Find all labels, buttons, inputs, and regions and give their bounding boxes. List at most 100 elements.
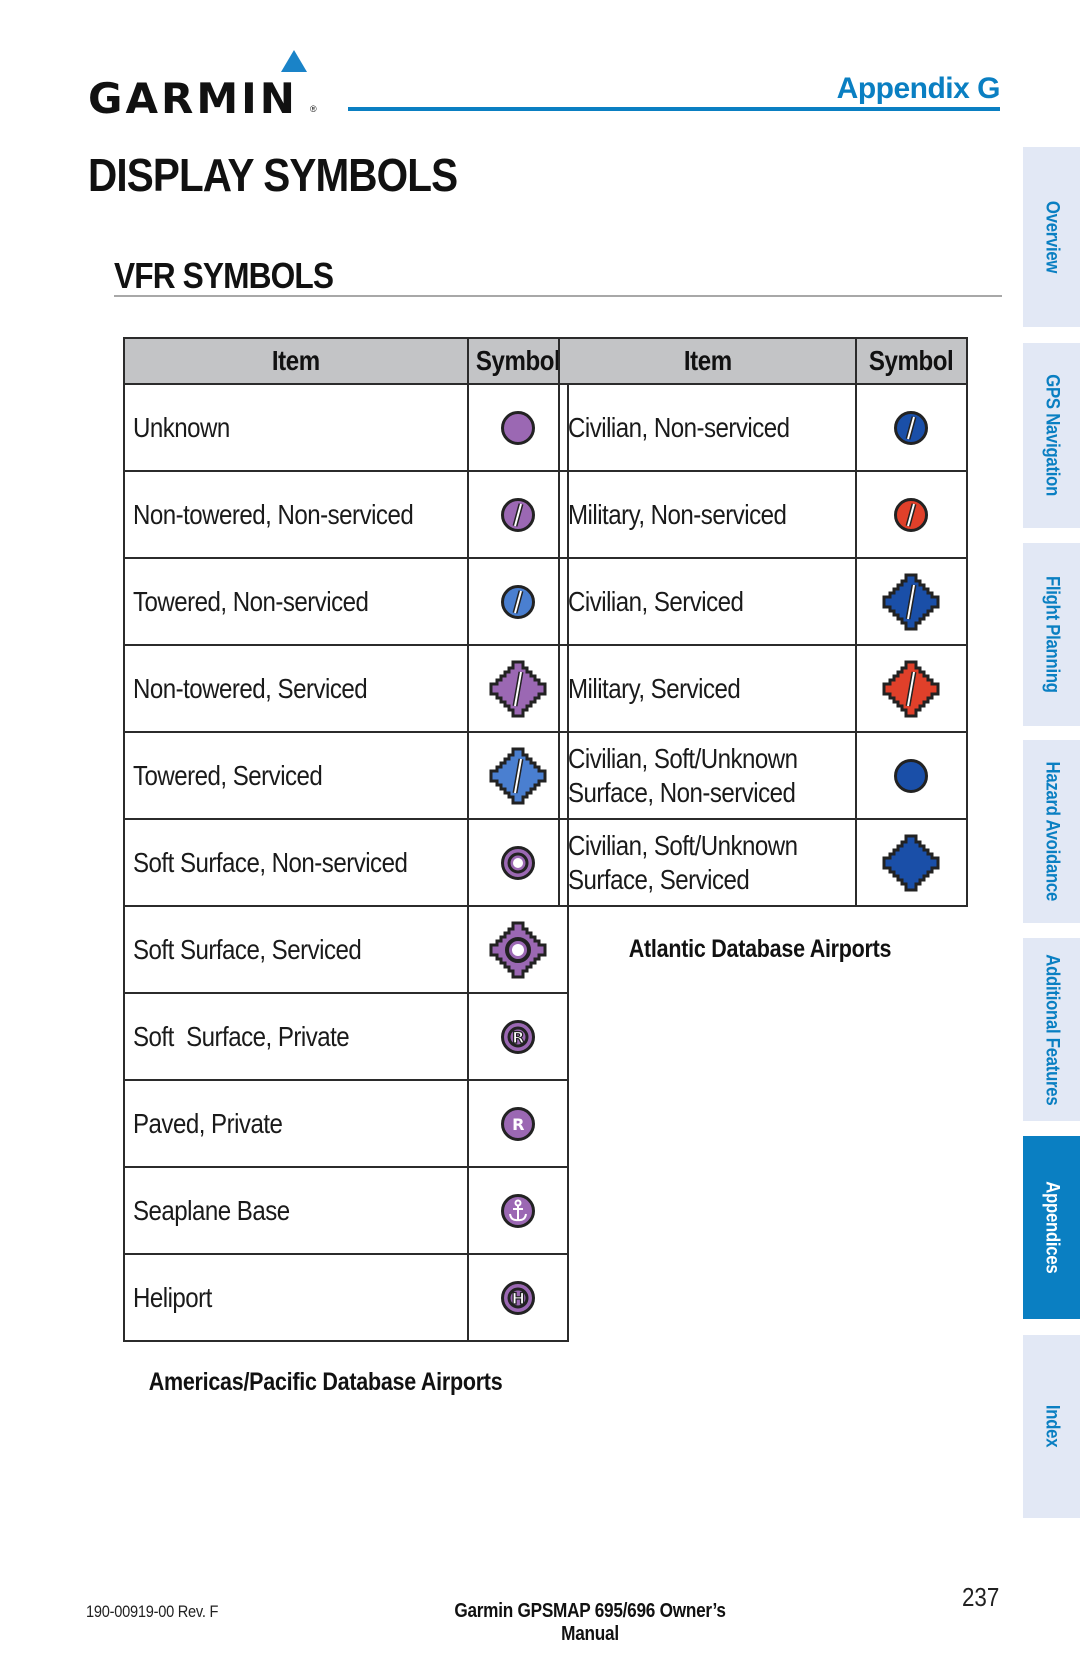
airport-civilian-soft-serviced-icon	[882, 834, 940, 891]
item-label: Paved, Private	[133, 1107, 283, 1139]
symbol-cell	[466, 644, 569, 733]
americas-symbols-table: Item Symbol Unknown Non-towered, Non-serv…	[123, 337, 569, 1342]
side-tab-label: Index	[1041, 1405, 1063, 1448]
airport-civilian-serviced-icon	[882, 573, 940, 630]
symbol-cell	[854, 383, 969, 472]
item-label: Civilian, Soft/Unknown Surface, Serviced	[568, 829, 798, 895]
svg-text:R: R	[512, 1028, 524, 1047]
appendix-label: Appendix G	[836, 72, 1001, 105]
svg-text:H: H	[511, 1289, 524, 1308]
section-rule	[114, 295, 1002, 297]
symbol-cell	[854, 818, 969, 907]
item-label: Military, Non-serviced	[568, 498, 787, 530]
column-header-symbol: Symbol	[854, 337, 969, 385]
item-cell: Civilian, Serviced	[558, 557, 857, 646]
table-header-row: Item Symbol	[123, 337, 569, 385]
item-label: Civilian, Non-serviced	[568, 411, 790, 443]
seaplane-base-anchor-icon	[500, 1193, 535, 1228]
column-header-item: Item	[558, 337, 857, 385]
item-cell: Civilian, Soft/Unknown Surface, Non-serv…	[558, 731, 857, 820]
table-row: Civilian, Soft/Unknown Surface, Serviced	[558, 818, 969, 907]
header-rule	[348, 107, 1000, 111]
side-tab-label: Appendices	[1041, 1181, 1063, 1274]
column-header-symbol: Symbol	[466, 337, 569, 385]
doc-number: 190-00919-00 Rev. F	[86, 1602, 219, 1621]
item-cell: Heliport	[123, 1253, 469, 1342]
side-tab-label: Overview	[1041, 200, 1063, 274]
symbol-cell: R	[466, 1079, 569, 1168]
item-label: Towered, Non-serviced	[133, 585, 369, 617]
logo-triangle-icon	[281, 50, 307, 72]
symbol-cell	[466, 731, 569, 820]
side-tab-hazard-avoidance[interactable]: Hazard Avoidance	[1023, 740, 1080, 923]
americas-table-caption: Americas/Pacific Database Airports	[148, 1368, 503, 1396]
item-label: Civilian, Soft/Unknown Surface, Non-serv…	[568, 742, 798, 808]
table-header-row: Item Symbol	[558, 337, 969, 385]
side-tab-appendices[interactable]: Appendices	[1023, 1136, 1080, 1319]
item-cell: Seaplane Base	[123, 1166, 469, 1255]
table-row: Heliport H	[123, 1253, 569, 1342]
item-label: Military, Serviced	[568, 672, 741, 704]
item-cell: Non-towered, Non-serviced	[123, 470, 469, 559]
symbol-cell	[854, 470, 969, 559]
table-row: Non-towered, Serviced	[123, 644, 569, 733]
table-row: Soft Surface, Non-serviced	[123, 818, 569, 907]
item-cell: Civilian, Non-serviced	[558, 383, 857, 472]
symbol-cell	[466, 557, 569, 646]
logo-text: GARMIN	[88, 74, 298, 123]
table-row: Military, Non-serviced	[558, 470, 969, 559]
item-label: Soft Surface, Non-serviced	[133, 846, 408, 878]
item-label: Non-towered, Non-serviced	[133, 498, 414, 530]
side-tab-gps-navigation[interactable]: GPS Navigation	[1023, 343, 1080, 528]
symbol-cell	[466, 818, 569, 907]
symbol-cell	[466, 383, 569, 472]
side-tab-overview[interactable]: Overview	[1023, 147, 1080, 327]
table-row: Soft Surface, Serviced	[123, 905, 569, 994]
atlantic-table-caption: Atlantic Database Airports	[628, 935, 892, 963]
side-tab-label: Additional Features	[1041, 953, 1063, 1106]
table-row: Civilian, Soft/Unknown Surface, Non-serv…	[558, 731, 969, 820]
item-cell: Non-towered, Serviced	[123, 644, 469, 733]
airport-military-nonserviced-icon	[894, 497, 929, 532]
item-label: Soft Surface, Serviced	[133, 933, 362, 965]
side-tab-additional-features[interactable]: Additional Features	[1023, 938, 1080, 1121]
airport-soft-nonserviced-icon	[500, 845, 535, 880]
page-title: DISPLAY SYMBOLS	[88, 149, 458, 201]
table-row: Unknown	[123, 383, 569, 472]
item-cell: Unknown	[123, 383, 469, 472]
symbol-cell	[466, 1166, 569, 1255]
item-cell: Towered, Non-serviced	[123, 557, 469, 646]
table-row: Civilian, Non-serviced	[558, 383, 969, 472]
table-row: Soft Surface, Private R	[123, 992, 569, 1081]
column-header-item: Item	[123, 337, 469, 385]
side-tab-label: Flight Planning	[1041, 576, 1063, 693]
heliport-icon: H	[500, 1280, 535, 1315]
section-title: VFR SYMBOLS	[114, 255, 334, 296]
airport-soft-serviced-icon	[489, 921, 547, 978]
side-tab-index[interactable]: Index	[1023, 1335, 1080, 1518]
symbol-cell	[466, 470, 569, 559]
item-label: Heliport	[133, 1281, 212, 1313]
item-cell: Military, Serviced	[558, 644, 857, 733]
table-row: Towered, Serviced	[123, 731, 569, 820]
item-cell: Civilian, Soft/Unknown Surface, Serviced	[558, 818, 857, 907]
item-cell: Soft Surface, Non-serviced	[123, 818, 469, 907]
page-number: 237	[962, 1582, 1000, 1612]
side-tab-flight-planning[interactable]: Flight Planning	[1023, 543, 1080, 726]
table-row: Non-towered, Non-serviced	[123, 470, 569, 559]
airport-towered-nonserviced-icon	[500, 584, 535, 619]
airport-unknown-icon	[500, 410, 535, 445]
logo-registered-mark: ®	[310, 104, 317, 114]
item-cell: Paved, Private	[123, 1079, 469, 1168]
garmin-logo: GARMIN ®	[88, 48, 328, 120]
item-label: Towered, Serviced	[133, 759, 323, 791]
item-label: Unknown	[133, 411, 230, 443]
table-row: Seaplane Base	[123, 1166, 569, 1255]
item-cell: Soft Surface, Private	[123, 992, 469, 1081]
manual-title: Garmin GPSMAP 695/696 Owner’s Manual	[454, 1600, 726, 1645]
airport-civilian-soft-nonserviced-icon	[894, 758, 929, 793]
airport-civilian-nonserviced-icon	[894, 410, 929, 445]
item-label: Seaplane Base	[133, 1194, 290, 1226]
symbol-cell	[466, 905, 569, 994]
svg-text:R: R	[512, 1115, 524, 1134]
